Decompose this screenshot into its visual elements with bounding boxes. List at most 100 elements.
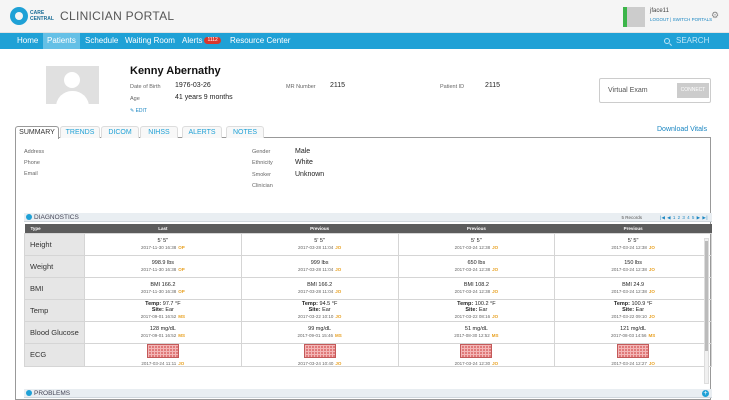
table-cell[interactable]: 999 lbs 2017-03-28 11:04 JO <box>240 254 399 278</box>
vital-date: 2017-11-30 16:38 <box>141 289 177 294</box>
table-cell[interactable]: Temp: 100.2 °F Site: Ear 2017-03-22 08:16 J… <box>397 298 556 322</box>
add-problem-icon[interactable]: + <box>702 390 709 397</box>
collapse-icon[interactable] <box>26 214 32 220</box>
nav-waiting-room[interactable]: Waiting Room <box>125 33 175 49</box>
address-label: Address <box>24 149 45 155</box>
vital-date: 2017-11-30 16:38 <box>141 245 177 250</box>
table-cell[interactable]: BMI 166.2 2017-03-28 11:04 JO <box>240 276 399 300</box>
site-label: Site: <box>622 307 635 313</box>
tab-dicom[interactable]: DICOM <box>101 126 139 138</box>
dob-value: 1976-03-26 <box>175 82 211 89</box>
vital-date: 2017-09-01 16:52 <box>140 333 177 338</box>
table-cell[interactable]: 2017-03-24 11:11 JO <box>84 342 242 367</box>
mr-label: MR Number <box>286 84 316 90</box>
expand-icon[interactable] <box>26 390 32 396</box>
table-cell[interactable]: 5' 5" 2017-03-28 11:04 JO <box>240 232 399 256</box>
table-cell[interactable]: Temp: 100.9 °F Site: Ear 2017-03-22 09:10 J… <box>554 298 712 322</box>
table-cell[interactable]: 2017-03-24 10:40 JO <box>240 342 399 367</box>
tab-alerts[interactable]: ALERTS <box>182 126 222 138</box>
ecg-thumbnail[interactable] <box>460 343 493 358</box>
vital-date: 2017-03-24 12:27 <box>611 360 647 366</box>
pagination[interactable]: |◀ ◀ 1 2 3 4 5 ▶ ▶| <box>660 213 708 222</box>
pid-value: 2115 <box>485 82 501 89</box>
table-row[interactable]: BMI BMI 166.2 2017-11-30 16:38 OP BMI 166.2 2… <box>24 276 712 300</box>
vital-date: 2017-03-28 11:04 <box>298 245 334 250</box>
vital-value: 150 lbs <box>624 260 642 266</box>
table-cell[interactable]: Temp: 94.5 °F Site: Ear 2017-03-22 10:10 JO <box>240 298 399 322</box>
alerts-badge: 1112 <box>204 37 221 45</box>
table-cell[interactable]: Temp: 97.7 °F Site: Ear 2017-09-01 16:52 MS <box>84 298 242 322</box>
virtual-exam-label: Virtual Exam <box>608 87 648 94</box>
table-cell[interactable]: 99 mg/dL 2017-09-01 15:46 MS <box>240 320 399 344</box>
connect-button[interactable]: CONNECT <box>677 83 709 98</box>
row-label: Height <box>24 232 85 256</box>
table-cell[interactable]: 2017-03-24 12:27 JO <box>554 342 712 367</box>
edit-link[interactable]: ✎ EDIT <box>130 108 147 114</box>
table-cell[interactable]: 51 mg/dL 2017-08-30 12:52 MS <box>397 320 556 344</box>
column-header: Previous <box>398 224 555 233</box>
table-cell[interactable]: 5' 5" 2017-11-30 16:38 OP <box>84 232 242 256</box>
diagnostics-title: DIAGNOSTICS <box>34 214 79 221</box>
logout-link[interactable]: LOGOUT <box>650 17 669 22</box>
user-avatar[interactable] <box>623 7 645 27</box>
care-central-logo-icon[interactable] <box>10 7 28 25</box>
ecg-thumbnail[interactable] <box>617 343 650 358</box>
vital-value: BMI 108.2 <box>463 282 489 288</box>
table-cell[interactable]: 5' 5" 2017-03-24 12:38 JO <box>397 232 556 256</box>
table-cell[interactable]: 2017-03-24 12:30 JO <box>397 342 556 367</box>
vital-date: 2017-03-28 11:04 <box>298 267 334 272</box>
ecg-thumbnail[interactable] <box>146 343 179 358</box>
tab-notes[interactable]: NOTES <box>226 126 264 138</box>
nav-home[interactable]: Home <box>17 33 38 49</box>
logo-text: CARE CENTRAL <box>30 10 54 22</box>
vital-source: MS <box>178 314 186 319</box>
table-cell[interactable]: 121 mg/dL 2017-08-03 14:56 MS <box>554 320 712 344</box>
search-button[interactable]: SEARCH <box>664 33 709 49</box>
gear-icon[interactable]: ⚙ <box>711 10 719 21</box>
vital-date: 2017-03-24 12:38 <box>611 245 647 250</box>
vital-date: 2017-03-24 10:40 <box>297 360 334 366</box>
top-bar: CARE CENTRAL CLINICIAN PORTAL jface11 LO… <box>0 0 729 33</box>
diagnostics-header[interactable]: DIAGNOSTICS 5 Records |◀ ◀ 1 2 3 4 5 ▶ ▶… <box>24 213 712 222</box>
vital-date: 2017-03-24 12:38 <box>611 289 647 294</box>
table-cell[interactable]: 5' 5" 2017-03-24 12:38 JO <box>554 232 712 256</box>
table-row[interactable]: Height 5' 5" 2017-11-30 16:38 OP 5' 5" 2017-0… <box>24 232 712 256</box>
vital-date: 2017-03-24 12:38 <box>611 267 647 272</box>
table-scrollbar[interactable] <box>704 238 709 384</box>
problems-header[interactable]: PROBLEMS + <box>24 389 712 398</box>
main-nav: Home Patients Schedule Waiting Room Aler… <box>0 33 729 49</box>
ecg-thumbnail[interactable] <box>303 343 336 358</box>
table-cell[interactable]: BMI 108.2 2017-03-24 12:38 JO <box>397 276 556 300</box>
table-cell[interactable]: 650 lbs 2017-03-24 12:38 JO <box>397 254 556 278</box>
vital-value: 999 lbs <box>310 260 329 266</box>
table-cell[interactable]: 998.9 lbs 2017-11-30 16:38 OP <box>84 254 242 278</box>
table-cell[interactable]: 150 lbs 2017-03-24 12:38 JO <box>554 254 712 278</box>
vital-source: MS <box>178 333 186 338</box>
tab-nihss[interactable]: NIHSS <box>140 126 178 138</box>
table-row[interactable]: ECG 2017-03-24 11:11 JO 2017-03-24 10:40 JO 2… <box>24 342 712 367</box>
nav-alerts[interactable]: Alerts 1112 <box>182 33 221 49</box>
table-cell[interactable]: BMI 24.9 2017-03-24 12:38 JO <box>554 276 712 300</box>
vital-source: OP <box>178 245 185 250</box>
dob-label: Date of Birth <box>130 84 161 90</box>
smoker-label: Smoker <box>252 172 271 178</box>
download-vitals-link[interactable]: Download Vitals <box>657 126 707 133</box>
table-cell[interactable]: 128 mg/dL 2017-09-01 16:52 MS <box>84 320 242 344</box>
nav-schedule[interactable]: Schedule <box>85 33 118 49</box>
tab-trends[interactable]: TRENDS <box>60 126 100 138</box>
vital-date: 2017-09-01 16:52 <box>140 314 177 319</box>
vital-source: OP <box>178 289 185 294</box>
table-cell[interactable]: BMI 166.2 2017-11-30 16:38 OP <box>84 276 242 300</box>
site-label: Site: <box>308 307 321 313</box>
vital-source: JO <box>492 267 499 272</box>
edit-label: EDIT <box>135 108 147 114</box>
table-row[interactable]: Blood Glucose 128 mg/dL 2017-09-01 16:52 MS… <box>24 320 712 344</box>
nav-patients[interactable]: Patients <box>43 33 80 49</box>
nav-resource-center[interactable]: Resource Center <box>230 33 290 49</box>
switch-portals-link[interactable]: SWITCH PORTALS <box>673 17 713 22</box>
vital-value: 5' 5" <box>314 238 325 244</box>
table-row[interactable]: Weight 998.9 lbs 2017-11-30 16:38 OP 999 lbs… <box>24 254 712 278</box>
table-row[interactable]: Temp Temp: 97.7 °F Site: Ear 2017-09-01 16:… <box>24 298 712 322</box>
vital-date: 2017-03-24 11:11 <box>141 360 177 366</box>
pid-label: Patient ID <box>440 84 465 90</box>
